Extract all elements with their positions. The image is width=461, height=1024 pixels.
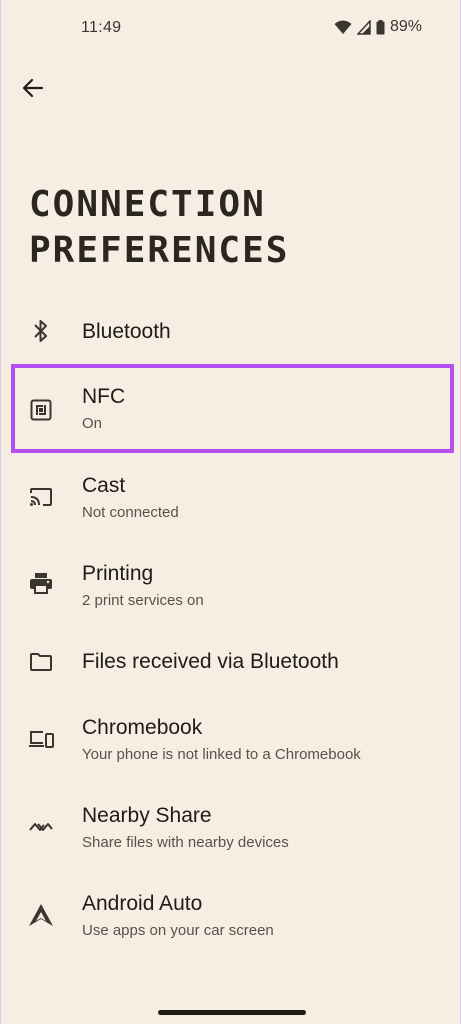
pref-item-printing[interactable]: Printing 2 print services on xyxy=(1,548,460,628)
pref-title: Nearby Share xyxy=(82,804,212,827)
page-title: CONNECTION PREFERENCES xyxy=(29,182,449,274)
pref-title: Android Auto xyxy=(82,892,203,915)
pref-title: NFC xyxy=(82,385,126,408)
pref-item-bluetooth[interactable]: Bluetooth xyxy=(1,306,460,360)
pref-title: Chromebook xyxy=(82,716,203,739)
pref-subtitle: Use apps on your car screen xyxy=(82,922,274,939)
folder-icon xyxy=(28,649,54,675)
page-title-line-1: CONNECTION xyxy=(29,182,449,228)
pref-subtitle: 2 print services on xyxy=(82,592,204,609)
status-time: 11:49 xyxy=(81,19,122,36)
pref-title: Bluetooth xyxy=(82,320,171,343)
pref-item-android-auto[interactable]: Android Auto Use apps on your car screen xyxy=(1,878,460,958)
pref-title: Cast xyxy=(82,474,126,497)
pref-title: Files received via Bluetooth xyxy=(82,650,339,673)
nfc-icon xyxy=(28,397,54,423)
printer-icon xyxy=(28,570,54,596)
gesture-nav-handle[interactable] xyxy=(158,1010,306,1015)
nearby-share-icon xyxy=(28,814,54,840)
status-bar: 11:49 89% xyxy=(1,0,460,58)
chromebook-icon xyxy=(28,726,54,752)
pref-item-cast[interactable]: Cast Not connected xyxy=(1,460,460,540)
pref-item-nfc[interactable]: NFC On xyxy=(1,370,460,450)
pref-subtitle: Your phone is not linked to a Chromebook xyxy=(82,746,361,763)
page-title-line-2: PREFERENCES xyxy=(29,228,449,274)
pref-title: Printing xyxy=(82,562,154,585)
pref-item-nearby-share[interactable]: Nearby Share Share files with nearby dev… xyxy=(1,790,460,870)
wifi-icon xyxy=(334,20,352,35)
signal-icon xyxy=(356,19,371,35)
pref-item-files-received[interactable]: Files received via Bluetooth xyxy=(1,636,460,690)
pref-subtitle: Not connected xyxy=(82,504,179,521)
pref-subtitle: Share files with nearby devices xyxy=(82,834,289,851)
back-button[interactable] xyxy=(15,72,51,108)
battery-percent: 89% xyxy=(389,18,422,35)
pref-subtitle: On xyxy=(82,415,103,432)
status-icons: 89% xyxy=(334,18,422,36)
cast-icon xyxy=(28,484,54,510)
battery-icon xyxy=(376,19,385,35)
android-auto-icon xyxy=(28,902,54,928)
bluetooth-icon xyxy=(28,318,54,344)
pref-item-chromebook[interactable]: Chromebook Your phone is not linked to a… xyxy=(1,702,460,782)
back-arrow-icon xyxy=(22,78,44,103)
